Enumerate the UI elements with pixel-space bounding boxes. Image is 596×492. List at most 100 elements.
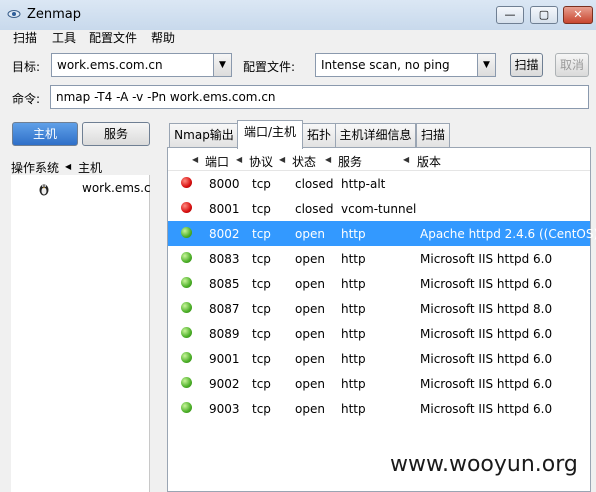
- col-version[interactable]: 版本: [417, 153, 441, 170]
- host-name: work.ems.com.cn: [82, 181, 150, 195]
- version-cell: Microsoft IIS httpd 6.0: [420, 402, 553, 416]
- port-cell: 8089: [209, 327, 240, 341]
- port-cell: 8000: [209, 177, 240, 191]
- zenmap-window: Zenmap — ▢ ✕ 扫描 工具 配置文件 帮助 目标: work.ems.…: [0, 0, 596, 492]
- target-label: 目标:: [12, 60, 41, 74]
- version-cell: Microsoft IIS httpd 6.0: [420, 377, 553, 391]
- service-cell: vcom-tunnel: [341, 202, 417, 216]
- table-row[interactable]: 8002 tcp open http Apache httpd 2.4.6 ((Cent…: [168, 221, 596, 246]
- protocol-cell: tcp: [252, 402, 271, 416]
- minimize-button[interactable]: —: [496, 6, 524, 24]
- service-cell: http-alt: [341, 177, 386, 191]
- maximize-button[interactable]: ▢: [530, 6, 558, 24]
- state-cell: closed: [295, 177, 334, 191]
- state-cell: open: [295, 277, 325, 291]
- state-cell: open: [295, 377, 325, 391]
- host-list-header: 操作系统 ◀ 主机: [11, 157, 150, 175]
- service-cell: http: [341, 402, 366, 416]
- version-cell: Microsoft IIS httpd 6.0: [420, 352, 553, 366]
- cancel-button[interactable]: 取消: [555, 53, 589, 77]
- table-row[interactable]: 8087 tcp open http Microsoft IIS httpd 8.0: [168, 296, 590, 321]
- state-cell: open: [295, 252, 325, 266]
- service-cell: http: [341, 227, 366, 241]
- menu-profile[interactable]: 配置文件: [89, 29, 137, 46]
- linux-penguin-icon: [39, 184, 49, 196]
- tab-scans[interactable]: 扫描: [416, 123, 450, 147]
- profile-combo[interactable]: Intense scan, no ping ▼: [315, 53, 496, 77]
- port-status-red-icon: [181, 177, 192, 188]
- sort-arrow-icon[interactable]: ◀: [403, 155, 409, 164]
- service-cell: http: [341, 302, 366, 316]
- protocol-cell: tcp: [252, 227, 271, 241]
- host-list: work.ems.com.cn: [11, 175, 150, 492]
- sort-arrow-icon[interactable]: ◀: [192, 155, 198, 164]
- protocol-cell: tcp: [252, 252, 271, 266]
- chevron-down-icon[interactable]: ▼: [477, 54, 495, 76]
- service-cell: http: [341, 352, 366, 366]
- protocol-cell: tcp: [252, 377, 271, 391]
- ports-panel: ◀ 端口 ◀ 协议 ◀ 状态 ◀ 服务 ◀ 版本 8000 tcp closed ht…: [167, 147, 596, 492]
- sort-arrow-icon[interactable]: ◀: [325, 155, 331, 164]
- command-input[interactable]: nmap -T4 -A -v -Pn work.ems.com.cn: [50, 85, 589, 109]
- close-button[interactable]: ✕: [563, 6, 593, 24]
- tab-topology[interactable]: 拓扑: [302, 123, 336, 147]
- sort-arrow-icon[interactable]: ◀: [65, 162, 71, 171]
- port-cell: 8083: [209, 252, 240, 266]
- sort-arrow-icon[interactable]: ◀: [279, 155, 285, 164]
- sort-arrow-icon[interactable]: ◀: [236, 155, 242, 164]
- table-row[interactable]: 9002 tcp open http Microsoft IIS httpd 6.0: [168, 371, 590, 396]
- version-cell: Microsoft IIS httpd 8.0: [420, 302, 553, 316]
- protocol-cell: tcp: [252, 327, 271, 341]
- services-view-button[interactable]: 服务: [82, 122, 150, 146]
- scan-button[interactable]: 扫描: [510, 53, 543, 77]
- menu-help[interactable]: 帮助: [151, 29, 175, 46]
- service-cell: http: [341, 277, 366, 291]
- state-cell: open: [295, 327, 325, 341]
- host-row[interactable]: work.ems.com.cn: [11, 177, 150, 199]
- protocol-cell: tcp: [252, 352, 271, 366]
- hosts-view-button[interactable]: 主机: [12, 122, 78, 146]
- port-status-green-icon: [181, 377, 192, 388]
- protocol-cell: tcp: [252, 302, 271, 316]
- col-os-header[interactable]: 操作系统: [11, 159, 59, 176]
- tab-nmap-output[interactable]: Nmap输出: [169, 123, 239, 147]
- target-value: work.ems.com.cn: [57, 58, 163, 72]
- service-cell: http: [341, 327, 366, 341]
- profile-value: Intense scan, no ping: [321, 58, 450, 72]
- port-cell: 8002: [209, 227, 240, 241]
- port-cell: 9001: [209, 352, 240, 366]
- tab-ports-hosts[interactable]: 端口/主机: [237, 120, 303, 149]
- table-row[interactable]: 8001 tcp closed vcom-tunnel: [168, 196, 590, 221]
- state-cell: open: [295, 402, 325, 416]
- col-protocol[interactable]: 协议: [249, 153, 273, 170]
- table-row[interactable]: 8085 tcp open http Microsoft IIS httpd 6.0: [168, 271, 590, 296]
- profile-label: 配置文件:: [243, 60, 296, 74]
- target-combo[interactable]: work.ems.com.cn ▼: [51, 53, 232, 77]
- col-host-header[interactable]: 主机: [78, 159, 102, 176]
- table-row[interactable]: 9003 tcp open http Microsoft IIS httpd 6.0: [168, 396, 590, 421]
- window-title: Zenmap: [27, 7, 82, 22]
- protocol-cell: tcp: [252, 202, 271, 216]
- menu-scan[interactable]: 扫描: [13, 29, 37, 46]
- menu-bar: 扫描 工具 配置文件 帮助: [0, 28, 596, 46]
- table-row[interactable]: 8083 tcp open http Microsoft IIS httpd 6.0: [168, 246, 590, 271]
- table-row[interactable]: 8089 tcp open http Microsoft IIS httpd 6.0: [168, 321, 590, 346]
- tab-host-details[interactable]: 主机详细信息: [335, 123, 416, 147]
- state-cell: open: [295, 227, 325, 241]
- col-service[interactable]: 服务: [338, 153, 362, 170]
- command-label: 命令:: [12, 92, 41, 106]
- service-cell: http: [341, 377, 366, 391]
- table-row[interactable]: 8000 tcp closed http-alt: [168, 171, 590, 196]
- chevron-down-icon[interactable]: ▼: [213, 54, 231, 76]
- col-state[interactable]: 状态: [292, 153, 316, 170]
- port-cell: 8087: [209, 302, 240, 316]
- state-cell: open: [295, 302, 325, 316]
- service-cell: http: [341, 252, 366, 266]
- zenmap-eye-icon: [7, 10, 21, 18]
- table-row[interactable]: 9001 tcp open http Microsoft IIS httpd 6.0: [168, 346, 590, 371]
- col-port[interactable]: 端口: [205, 153, 229, 170]
- protocol-cell: tcp: [252, 177, 271, 191]
- state-cell: closed: [295, 202, 334, 216]
- menu-tools[interactable]: 工具: [52, 29, 76, 46]
- version-cell: Microsoft IIS httpd 6.0: [420, 327, 553, 341]
